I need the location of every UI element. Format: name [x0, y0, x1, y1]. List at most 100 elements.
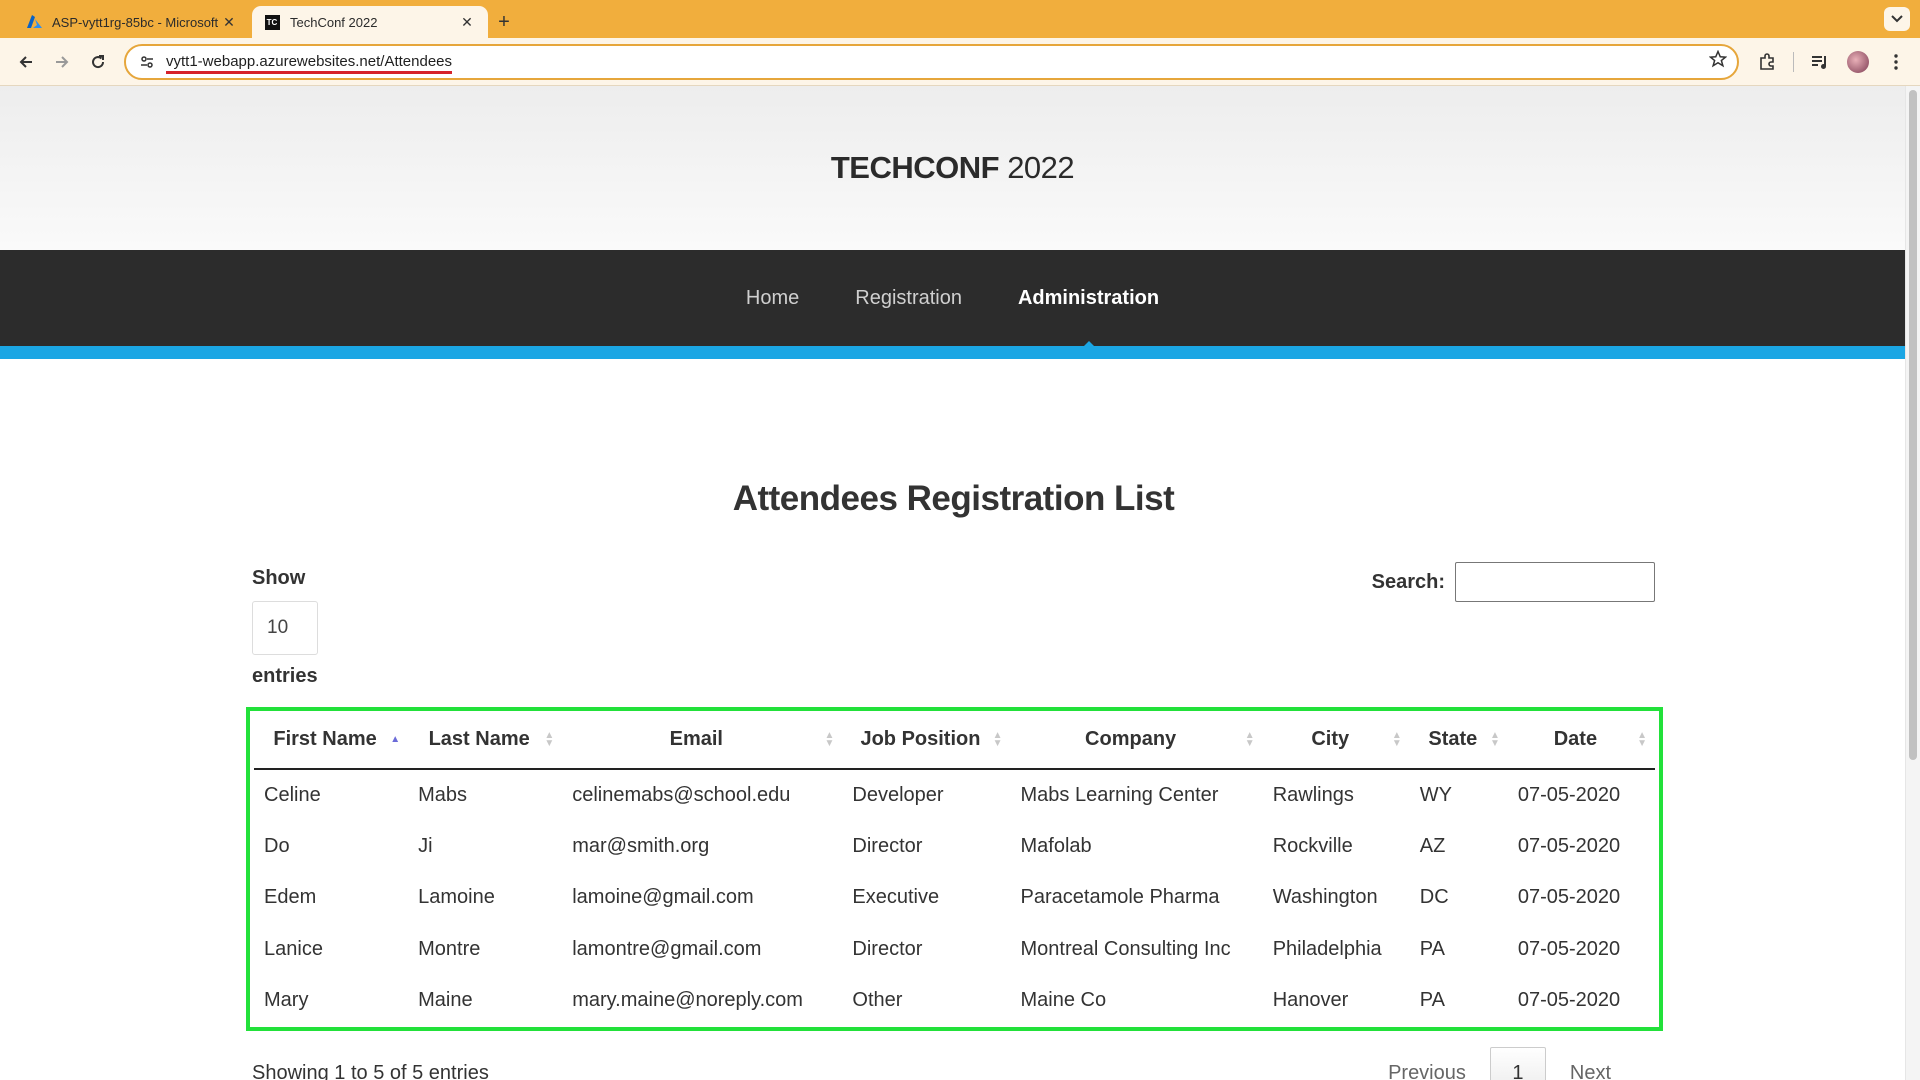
cell-company: Mabs Learning Center [1020, 783, 1219, 806]
page-title: Attendees Registration List [732, 479, 1175, 518]
column-header-city[interactable]: City ▲ ▼ [1262, 711, 1410, 770]
column-header-first-name[interactable]: First Name ▲ [254, 711, 409, 770]
tab-search-button[interactable] [1884, 7, 1910, 31]
reload-icon [92, 54, 105, 68]
cell-first-name: Do [264, 834, 290, 857]
attendees-table: First Name ▲ Last Name ▲ ▼ Email ▲ ▼ Job Posi… [254, 711, 1655, 1027]
sort-icon: ▲ ▼ [1391, 729, 1402, 749]
media-controls-icon[interactable] [1804, 46, 1836, 78]
url-text: vytt1-webapp.azurewebsites.net/Attendees [166, 53, 1709, 74]
cell-last-name: Lamoine [418, 886, 495, 909]
cell-state: AZ [1419, 834, 1446, 857]
sort-icon: ▲ ▼ [1637, 729, 1647, 749]
sort-asc-icon: ▲ [390, 733, 401, 745]
cell-email: lamontre@gmail.com [572, 937, 762, 960]
table-header-row: First Name ▲ Last Name ▲ ▼ Email ▲ ▼ Job Posi… [254, 711, 1655, 770]
toolbar-divider [1793, 51, 1794, 72]
site-nav: Home Registration Administration [0, 250, 1905, 349]
cell-first-name: Celine [264, 783, 321, 806]
sort-icon: ▲ ▼ [992, 729, 1003, 749]
browser-toolbar: vytt1-webapp.azurewebsites.net/Attendees [0, 38, 1920, 86]
cell-first-name: Lanice [264, 937, 323, 960]
arrow-right-icon [56, 55, 69, 68]
cell-city: Rawlings [1272, 783, 1354, 806]
cell-date: 07-05-2020 [1517, 783, 1621, 806]
browser-tab-techconf[interactable]: TC TechConf 2022 ✕ [252, 6, 488, 38]
sort-icon: ▲ ▼ [1489, 729, 1500, 749]
new-tab-button[interactable]: + [490, 6, 518, 38]
sort-icon: ▲ ▼ [824, 729, 835, 749]
nav-accent-stripe [0, 346, 1905, 359]
web-page: TECHCONF 2022 Home Registration Administ… [0, 86, 1905, 1080]
more-menu-icon[interactable] [1880, 46, 1912, 78]
column-header-job-position[interactable]: Job Position ▲ ▼ [842, 711, 1011, 770]
entries-label: entries [252, 665, 318, 687]
nav-home[interactable]: Home [746, 287, 799, 310]
column-header-email[interactable]: Email ▲ ▼ [562, 711, 843, 770]
tab-title: TechConf 2022 [290, 14, 378, 30]
nav-administration[interactable]: Administration [1018, 287, 1159, 349]
cell-company: Montreal Consulting Inc [1020, 937, 1231, 960]
pagination: Previous 1 Next [1364, 1046, 1635, 1080]
cell-email: mary.maine@noreply.com [572, 989, 803, 1012]
close-icon[interactable]: ✕ [220, 14, 238, 31]
search-control: Search: [1372, 562, 1655, 602]
scrollbar-thumb[interactable] [1909, 90, 1917, 760]
cell-email: celinemabs@school.edu [572, 783, 791, 806]
previous-button[interactable]: Previous [1364, 1062, 1490, 1080]
site-brand[interactable]: TECHCONF 2022 [831, 150, 1075, 186]
nav-registration[interactable]: Registration [855, 287, 962, 310]
address-bar[interactable]: vytt1-webapp.azurewebsites.net/Attendees [124, 43, 1739, 80]
cell-email: mar@smith.org [572, 834, 710, 857]
cell-last-name: Mabs [418, 783, 468, 806]
page-length-select[interactable]: 10 [252, 601, 318, 655]
cell-job-position: Other [852, 989, 903, 1012]
extensions-icon[interactable] [1751, 46, 1783, 78]
table-row: Mary Maine mary.maine@noreply.com Other … [254, 975, 1655, 1027]
cell-last-name: Montre [418, 937, 481, 960]
cell-state: WY [1419, 783, 1452, 806]
close-icon[interactable]: ✕ [458, 14, 476, 31]
browser-tab-azure[interactable]: ASP-vytt1rg-85bc - Microsoft ✕ [14, 6, 250, 38]
column-header-last-name[interactable]: Last Name ▲ ▼ [408, 711, 563, 770]
cell-date: 07-05-2020 [1517, 886, 1621, 909]
cell-date: 07-05-2020 [1517, 834, 1621, 857]
cell-job-position: Director [852, 937, 923, 960]
column-header-date[interactable]: Date ▲ ▼ [1507, 711, 1655, 770]
reload-button[interactable] [80, 44, 116, 80]
cell-last-name: Ji [418, 834, 433, 857]
search-input[interactable] [1455, 562, 1655, 602]
page-1-button[interactable]: 1 [1489, 1046, 1546, 1080]
search-label: Search: [1371, 570, 1445, 593]
table-row: Edem Lamoine lamoine@gmail.com Executive… [254, 872, 1655, 924]
forward-button[interactable] [44, 44, 80, 80]
cell-job-position: Executive [852, 886, 940, 909]
cell-date: 07-05-2020 [1517, 937, 1621, 960]
bookmark-star-icon[interactable] [1708, 49, 1728, 73]
sort-icon: ▲ ▼ [544, 729, 555, 749]
table-row: Lanice Montre lamontre@gmail.com Directo… [254, 924, 1655, 976]
column-header-company[interactable]: Company ▲ ▼ [1010, 711, 1263, 770]
cell-first-name: Mary [264, 989, 309, 1012]
cell-state: PA [1419, 989, 1445, 1012]
cell-city: Rockville [1272, 834, 1353, 857]
next-button[interactable]: Next [1546, 1062, 1635, 1080]
chevron-down-icon [1891, 15, 1903, 23]
page-scrollbar[interactable] [1905, 86, 1920, 1080]
sort-icon: ▲ ▼ [1244, 729, 1255, 749]
cell-state: DC [1419, 886, 1449, 909]
show-label: Show [252, 567, 306, 589]
site-info-icon[interactable] [136, 51, 158, 73]
cell-first-name: Edem [264, 886, 317, 909]
table-info: Showing 1 to 5 of 5 entries [252, 1062, 489, 1080]
cell-city: Hanover [1272, 989, 1349, 1012]
profile-avatar[interactable] [1842, 46, 1874, 78]
cell-company: Maine Co [1020, 989, 1107, 1012]
back-button[interactable] [8, 44, 44, 80]
site-header: TECHCONF 2022 [0, 86, 1905, 250]
cell-job-position: Director [852, 834, 923, 857]
cell-city: Philadelphia [1272, 937, 1382, 960]
cell-job-position: Developer [852, 783, 944, 806]
column-header-state[interactable]: State ▲ ▼ [1409, 711, 1508, 770]
cell-company: Paracetamole Pharma [1020, 886, 1220, 909]
